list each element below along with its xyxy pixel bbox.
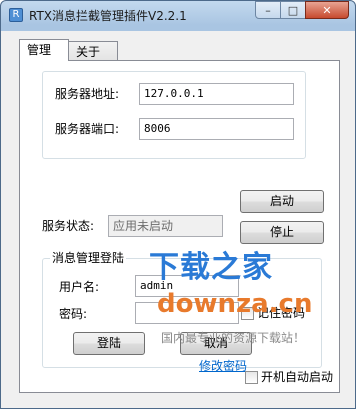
client-area: 管理 关于 服务器地址: 127.0.0.1 服务器端口: 8006 启动 停止… <box>7 31 349 403</box>
maximize-button[interactable]: □ <box>280 1 306 19</box>
autostart-checkbox[interactable] <box>245 371 258 384</box>
server-group: 服务器地址: 127.0.0.1 服务器端口: 8006 <box>42 71 306 159</box>
autostart-label: 开机自动启动 <box>261 370 334 384</box>
tab-manage[interactable]: 管理 <box>19 39 69 61</box>
caption-buttons: – □ ✕ <box>255 1 349 21</box>
change-password-link[interactable]: 修改密码 <box>199 357 247 374</box>
server-address-input[interactable]: 127.0.0.1 <box>139 83 294 105</box>
password-input[interactable] <box>135 302 239 324</box>
minimize-button[interactable]: – <box>255 1 281 19</box>
server-address-label: 服务器地址: <box>55 87 120 101</box>
app-window: R RTX消息拦截管理插件V2.2.1 – □ ✕ 管理 关于 服务器地址: 1… <box>0 0 356 409</box>
title-bar[interactable]: R RTX消息拦截管理插件V2.2.1 – □ ✕ <box>1 1 355 31</box>
window-title: RTX消息拦截管理插件V2.2.1 <box>29 9 187 23</box>
login-group-title: 消息管理登陆 <box>50 251 127 265</box>
server-port-label: 服务器端口: <box>55 122 120 136</box>
login-group: 用户名: admin 密码: 记住密码 登陆 取消 修改密码 <box>42 258 322 373</box>
login-button[interactable]: 登陆 <box>73 332 145 355</box>
tab-about[interactable]: 关于 <box>68 41 118 61</box>
username-label: 用户名: <box>59 280 100 294</box>
service-status-label: 服务状态: <box>42 219 95 233</box>
close-button[interactable]: ✕ <box>305 1 349 19</box>
password-label: 密码: <box>59 307 88 321</box>
server-port-input[interactable]: 8006 <box>139 118 294 140</box>
username-input[interactable]: admin <box>135 275 239 297</box>
stop-button[interactable]: 停止 <box>240 221 324 244</box>
app-icon: R <box>9 8 23 22</box>
service-status-value: 应用未启动 <box>108 215 223 237</box>
cancel-button[interactable]: 取消 <box>180 332 252 355</box>
manage-panel: 服务器地址: 127.0.0.1 服务器端口: 8006 启动 停止 服务状态:… <box>19 60 340 393</box>
remember-password-label: 记住密码 <box>257 306 306 320</box>
remember-password-checkbox[interactable] <box>241 307 254 320</box>
start-button[interactable]: 启动 <box>240 190 324 213</box>
